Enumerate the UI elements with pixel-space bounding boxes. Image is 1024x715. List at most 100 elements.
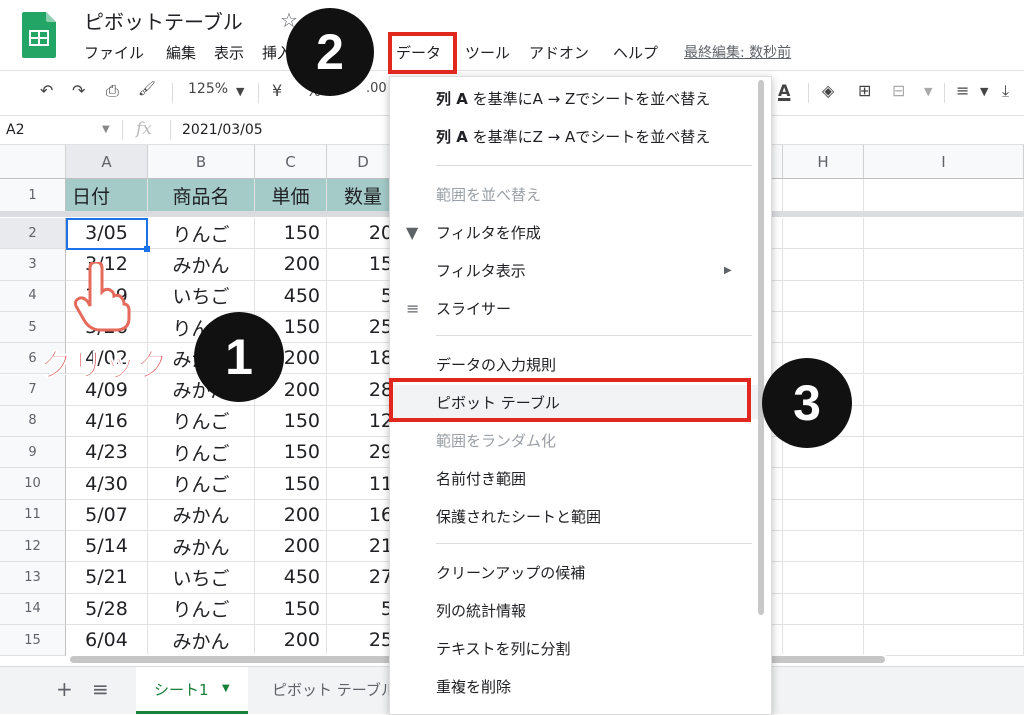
row-header[interactable]: 13 bbox=[0, 562, 66, 594]
menu-scrollbar[interactable] bbox=[758, 80, 764, 615]
table-cell[interactable]: 150 bbox=[255, 468, 327, 500]
undo-icon[interactable]: ↶ bbox=[40, 81, 53, 100]
menu-2[interactable]: 表示 bbox=[214, 42, 244, 63]
table-cell[interactable]: 5/21 bbox=[66, 562, 148, 594]
table-cell[interactable]: 5/28 bbox=[66, 593, 148, 625]
table-cell[interactable]: 6/04 bbox=[66, 624, 148, 657]
row-header[interactable]: 1 bbox=[0, 179, 66, 212]
row-header[interactable]: 8 bbox=[0, 405, 66, 438]
paint-format-icon[interactable]: 🖌 bbox=[138, 81, 156, 97]
empty-cell[interactable] bbox=[864, 593, 1024, 625]
borders-icon[interactable]: ⊞ bbox=[858, 81, 871, 100]
empty-cell[interactable] bbox=[864, 343, 1024, 375]
data-menu-item[interactable]: 列 A を基準にA → Zでシートを並べ替え bbox=[390, 81, 771, 115]
empty-cell[interactable] bbox=[864, 374, 1024, 406]
empty-cell[interactable] bbox=[783, 562, 864, 594]
menu-6[interactable]: ツール bbox=[465, 42, 510, 63]
tab-sheet1[interactable]: シート1 ▼ bbox=[136, 667, 248, 714]
empty-cell[interactable] bbox=[864, 531, 1024, 563]
header-cell[interactable]: 日付 bbox=[66, 179, 148, 212]
table-cell[interactable]: 150 bbox=[255, 405, 327, 438]
fill-color-icon[interactable]: ◈ bbox=[822, 81, 834, 100]
empty-cell[interactable] bbox=[864, 405, 1024, 438]
tab-pivot-table[interactable]: ピボット テーブル bbox=[272, 679, 396, 700]
row-header[interactable]: 2 bbox=[0, 218, 66, 250]
data-menu-item[interactable]: 保護されたシートと範囲 bbox=[390, 499, 771, 533]
text-color-icon[interactable]: A bbox=[778, 81, 790, 100]
data-menu-item[interactable]: フィルタを作成 ▼ bbox=[390, 215, 771, 249]
vertical-align-icon[interactable]: ⤓ bbox=[1002, 81, 1009, 101]
menu-8[interactable]: ヘルプ bbox=[613, 42, 658, 63]
empty-cell[interactable] bbox=[783, 468, 864, 500]
table-cell[interactable]: 4/23 bbox=[66, 437, 148, 469]
table-cell[interactable]: 5/07 bbox=[66, 499, 148, 531]
table-cell[interactable]: いちご bbox=[148, 562, 255, 594]
chevron-down-icon[interactable]: ▼ bbox=[222, 683, 230, 694]
table-cell[interactable]: りんご bbox=[148, 437, 255, 469]
row-header[interactable]: 4 bbox=[0, 280, 66, 312]
sheets-logo-icon[interactable] bbox=[22, 12, 56, 58]
print-icon[interactable]: ⎙ bbox=[106, 81, 119, 101]
table-cell[interactable]: みかん bbox=[148, 249, 255, 281]
table-cell[interactable]: みかん bbox=[148, 531, 255, 563]
table-cell[interactable]: りんご bbox=[148, 468, 255, 500]
table-cell[interactable]: 200 bbox=[255, 499, 327, 531]
data-menu-item[interactable]: 名前付き範囲 bbox=[390, 461, 771, 495]
table-cell[interactable]: 150 bbox=[255, 437, 327, 469]
data-menu-item[interactable]: テキストを列に分割 bbox=[390, 631, 771, 665]
table-cell[interactable]: いちご bbox=[148, 280, 255, 312]
empty-cell[interactable] bbox=[864, 437, 1024, 469]
select-all-corner[interactable] bbox=[0, 145, 66, 179]
align-icon[interactable]: ≡ bbox=[956, 81, 969, 100]
row-header[interactable]: 3 bbox=[0, 249, 66, 281]
table-cell[interactable]: 450 bbox=[255, 280, 327, 312]
last-edit-link[interactable]: 最終編集: 数秒前 bbox=[684, 42, 791, 62]
redo-icon[interactable]: ↷ bbox=[72, 81, 85, 100]
empty-cell[interactable] bbox=[864, 624, 1024, 657]
column-header-b[interactable]: B bbox=[148, 145, 255, 179]
column-header-h[interactable]: H bbox=[783, 145, 864, 179]
all-sheets-button[interactable]: ≡ bbox=[92, 677, 109, 701]
data-menu-item[interactable]: データの入力規則 bbox=[390, 347, 771, 381]
empty-cell[interactable] bbox=[783, 249, 864, 281]
chevron-down-icon[interactable]: ▼ bbox=[980, 85, 988, 98]
column-header-a[interactable]: A bbox=[66, 145, 148, 179]
add-sheet-button[interactable]: + bbox=[56, 677, 73, 701]
empty-cell[interactable] bbox=[864, 499, 1024, 531]
row-header[interactable]: 12 bbox=[0, 531, 66, 563]
chevron-down-icon[interactable]: ▼ bbox=[924, 85, 932, 98]
row-header[interactable]: 9 bbox=[0, 437, 66, 469]
table-cell[interactable]: 200 bbox=[255, 624, 327, 657]
decimal-button[interactable]: .00 bbox=[366, 81, 387, 96]
empty-cell[interactable] bbox=[783, 593, 864, 625]
empty-cell[interactable] bbox=[783, 624, 864, 657]
header-cell[interactable]: 商品名 bbox=[148, 179, 255, 212]
data-menu-item[interactable]: スライサー ≡ bbox=[390, 291, 771, 325]
table-cell[interactable]: りんご bbox=[148, 593, 255, 625]
empty-cell[interactable] bbox=[783, 218, 864, 250]
data-menu-item[interactable]: 重複を削除 bbox=[390, 669, 771, 703]
table-cell[interactable]: りんご bbox=[148, 218, 255, 250]
empty-cell[interactable] bbox=[783, 499, 864, 531]
table-cell[interactable]: みかん bbox=[148, 499, 255, 531]
empty-cell[interactable] bbox=[783, 311, 864, 344]
table-cell[interactable]: 200 bbox=[255, 249, 327, 281]
empty-cell[interactable] bbox=[864, 311, 1024, 344]
merge-cells-icon[interactable]: ⊟ bbox=[892, 81, 905, 100]
data-menu-item[interactable]: クリーンアップの候補 bbox=[390, 555, 771, 589]
name-box[interactable]: A2 bbox=[6, 122, 24, 138]
chevron-down-icon[interactable]: ▼ bbox=[236, 85, 244, 98]
empty-cell[interactable] bbox=[864, 280, 1024, 312]
data-menu-item[interactable]: 列の統計情報 bbox=[390, 593, 771, 627]
empty-cell[interactable] bbox=[783, 280, 864, 312]
table-cell[interactable]: 450 bbox=[255, 562, 327, 594]
menu-7[interactable]: アドオン bbox=[529, 42, 589, 63]
data-menu-item[interactable]: フィルタ表示 ▶ bbox=[390, 253, 771, 287]
empty-cell[interactable] bbox=[864, 249, 1024, 281]
currency-button[interactable]: ¥ bbox=[272, 81, 282, 100]
table-cell[interactable]: 4/16 bbox=[66, 405, 148, 438]
table-cell[interactable]: りんご bbox=[148, 405, 255, 438]
header-cell[interactable]: 単価 bbox=[255, 179, 327, 212]
table-cell[interactable]: 5/14 bbox=[66, 531, 148, 563]
table-cell[interactable]: みかん bbox=[148, 624, 255, 657]
